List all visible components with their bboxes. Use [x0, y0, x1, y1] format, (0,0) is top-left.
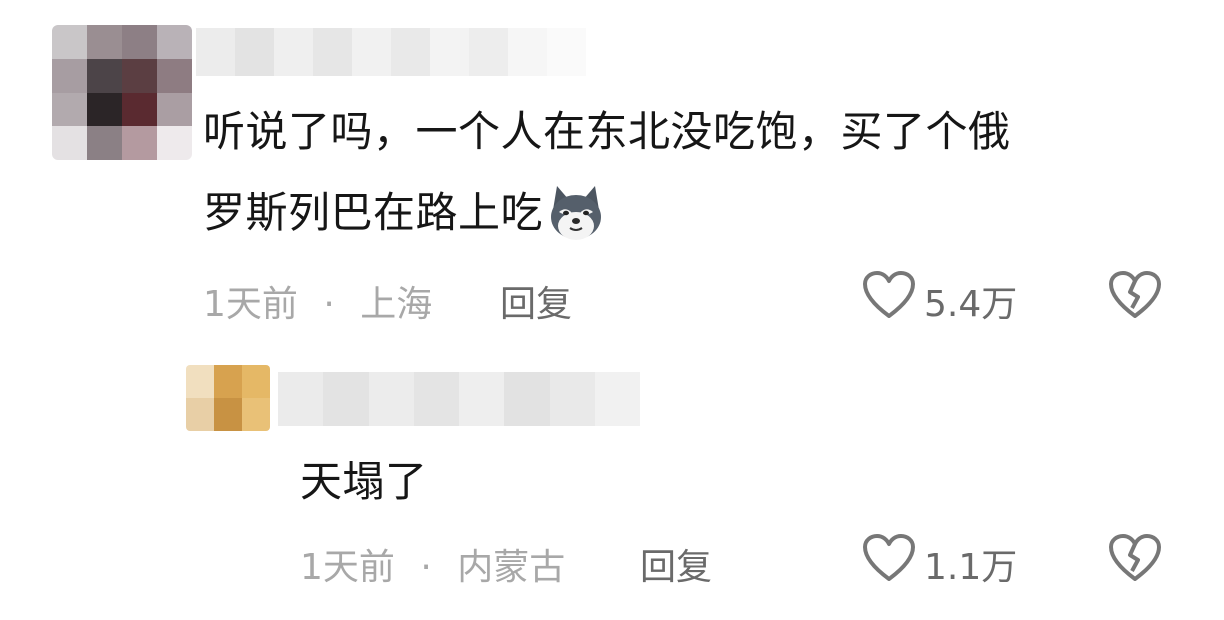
like-count: 5.4万: [924, 284, 1018, 325]
comment-meta: 1天前 · 内蒙古: [300, 538, 565, 590]
comment-time: 1天前: [203, 284, 298, 325]
husky-emoji-icon: [551, 186, 602, 240]
comment-text-line: 听说了吗，一个人在东北没吃饱，买了个俄: [203, 107, 1011, 156]
comment-time: 1天前: [300, 547, 395, 588]
comment-location: 内蒙古: [457, 547, 566, 588]
avatar[interactable]: [186, 365, 270, 431]
comment-text-line-2: 罗斯列巴在路上吃: [203, 188, 544, 237]
comment-text: 天塌了: [300, 457, 428, 506]
like-count: 1.1万: [924, 547, 1018, 588]
comment-text-line: 罗斯列巴在路上吃: [203, 182, 1193, 244]
username-blurred[interactable]: [278, 372, 640, 426]
broken-heart-icon[interactable]: [1108, 533, 1162, 583]
comment-meta: 1天前 · 上海: [203, 275, 432, 327]
avatar[interactable]: [52, 25, 192, 160]
heart-outline-icon[interactable]: [862, 533, 916, 583]
heart-outline-icon[interactable]: [862, 270, 916, 320]
reply-button[interactable]: 回复: [500, 275, 572, 327]
comment-location: 上海: [360, 284, 433, 325]
username-blurred[interactable]: [196, 28, 586, 76]
reply-button[interactable]: 回复: [640, 538, 712, 590]
meta-separator: ·: [323, 284, 335, 325]
meta-separator: ·: [420, 547, 432, 588]
broken-heart-icon[interactable]: [1108, 270, 1162, 320]
comment-text: 听说了吗，一个人在东北没吃饱，买了个俄 罗斯列巴在路上吃: [203, 102, 1193, 244]
